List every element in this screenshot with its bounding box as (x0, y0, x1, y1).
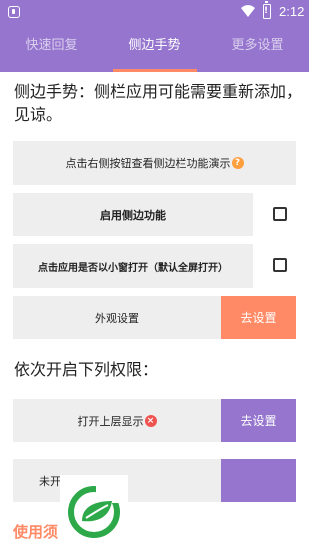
tab-side-gesture[interactable]: 侧边手势 (103, 24, 206, 72)
enable-sidebar-checkbox[interactable] (273, 207, 287, 221)
wifi-icon (241, 5, 255, 17)
enable-sidebar-label: 启用侧边功能 (100, 208, 166, 222)
overlay-permission-row: 打开上层显示 × (13, 399, 221, 442)
app-logo (60, 475, 128, 550)
next-permission-label: 未开 (39, 474, 61, 488)
sidebar-demo-label: 点击右侧按钮查看侧边栏功能演示 (65, 157, 231, 170)
overlay-permission-label: 打开上层显示 (77, 414, 144, 428)
appearance-settings-button[interactable]: 去设置 (221, 296, 296, 339)
permissions-heading: 依次开启下列权限： (14, 360, 159, 379)
shield-icon (8, 6, 20, 18)
appearance-label: 外观设置 (95, 311, 139, 325)
page-heading: 侧边手势：侧栏应用可能需要重新添加，见谅。 (14, 82, 303, 124)
tab-bar: 快速回复 侧边手势 更多设置 (0, 24, 309, 72)
window-mode-row: 点击应用是否以小窗打开（默认全屏打开） (13, 244, 253, 288)
enable-sidebar-row: 启用侧边功能 (13, 193, 253, 236)
status-time: 2:12 (279, 4, 305, 19)
tab-more-settings[interactable]: 更多设置 (206, 24, 309, 72)
overlay-settings-button[interactable]: 去设置 (221, 399, 296, 442)
battery-icon: ! (263, 1, 271, 19)
help-icon: ? (231, 157, 244, 169)
tab-indicator (113, 69, 197, 72)
appearance-row: 外观设置 (13, 296, 221, 339)
window-mode-checkbox[interactable] (273, 258, 287, 272)
usage-notice-heading: 使用须 (13, 523, 59, 541)
leaf-logo-icon (68, 485, 122, 538)
error-icon: × (144, 414, 157, 427)
sidebar-demo-button[interactable]: 点击右侧按钮查看侧边栏功能演示? (13, 141, 296, 185)
status-bar: ! 2:12 (0, 0, 309, 24)
window-mode-label: 点击应用是否以小窗打开（默认全屏打开） (38, 262, 228, 274)
tab-quick-reply[interactable]: 快速回复 (0, 24, 103, 72)
next-permission-button[interactable] (221, 459, 296, 502)
